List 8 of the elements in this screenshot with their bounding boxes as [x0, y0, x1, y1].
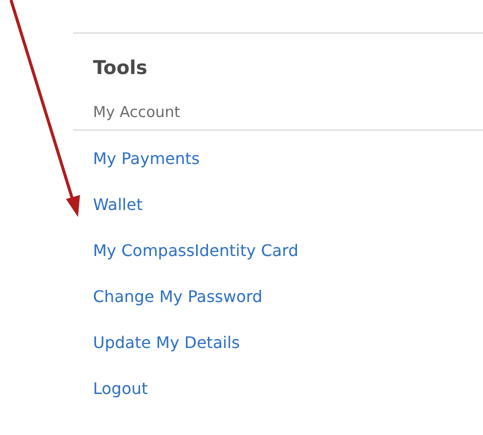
menu-link[interactable]: Update My Details [93, 333, 240, 352]
menu-link[interactable]: My Payments [93, 149, 200, 168]
section-heading: My Account [92, 102, 182, 123]
panel-title: Tools [92, 56, 148, 81]
menu-link[interactable]: Change My Password [93, 287, 262, 306]
menu-link[interactable]: My CompassIdentity Card [93, 241, 298, 260]
menu-link[interactable]: Logout [93, 379, 148, 398]
menu-link[interactable]: Wallet [93, 195, 143, 214]
